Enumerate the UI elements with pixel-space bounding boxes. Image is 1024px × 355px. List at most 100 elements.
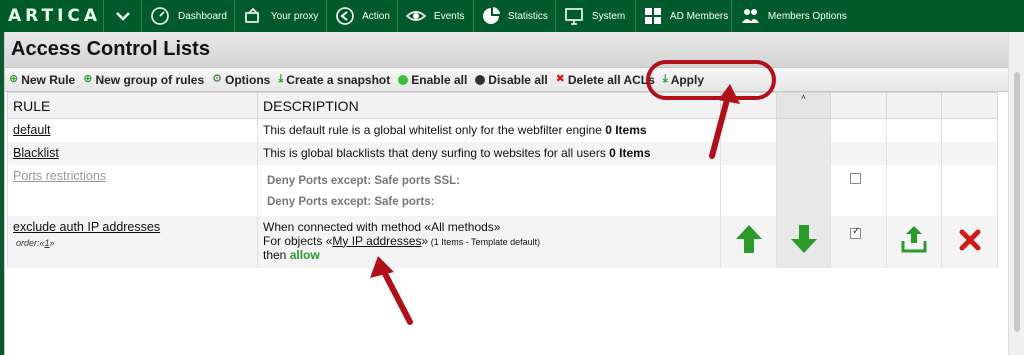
table-row: Blacklist This is global blacklists that… — [7, 141, 998, 165]
table-row: Ports restrictions Deny Ports except: Sa… — [7, 164, 998, 216]
rule-action: then allow — [263, 248, 720, 262]
rule-order: order:«1» — [16, 237, 55, 248]
scrollbar[interactable] — [1008, 32, 1024, 355]
nav-label: Your proxy — [270, 10, 319, 22]
move-up-button[interactable] — [720, 215, 777, 268]
export-button[interactable] — [886, 215, 942, 268]
enable-all-label: Enable all — [411, 72, 468, 87]
apply-button[interactable]: ⤓ Apply — [663, 73, 704, 87]
snapshot-button[interactable]: ⤓ Create a snapshot — [278, 73, 390, 87]
nav-label: Dashboard — [178, 10, 227, 22]
snapshot-label: Create a snapshot — [286, 72, 391, 87]
page-header: Access Control Lists — [5, 32, 1008, 68]
green-dot-icon — [398, 74, 409, 85]
column-header[interactable] — [941, 92, 998, 119]
toolbar: ⊕ New Rule ⊕ New group of rules ⚙ Option… — [5, 68, 1008, 92]
deny-ssl-text: Deny Ports except: Safe ports SSL: — [267, 174, 460, 187]
move-down-button[interactable] — [776, 215, 831, 268]
windows-icon — [643, 5, 663, 27]
nav-label: Statistics — [507, 10, 548, 22]
nav-label: Events — [433, 10, 465, 22]
nav-ad-members[interactable]: AD Members — [636, 0, 732, 32]
top-nav: ARTICA Dashboard Your proxy Action Event… — [0, 0, 1024, 32]
objects-prefix: For objects « — [263, 233, 333, 248]
objects-count: (1 Items - Template default) — [428, 236, 541, 247]
table-header-row: RULE DESCRIPTION ˄ — [7, 92, 998, 119]
action-icon — [334, 5, 355, 27]
eye-icon — [405, 5, 427, 27]
column-header[interactable] — [886, 92, 942, 119]
dashboard-icon — [149, 5, 171, 27]
column-header[interactable] — [830, 92, 887, 119]
rule-description: This default rule is a global whitelist … — [263, 123, 606, 137]
page-title: Access Control Lists — [11, 38, 210, 60]
red-x-icon — [959, 229, 980, 250]
new-rule-label: New Rule — [21, 72, 76, 87]
nav-label: Members Options — [767, 10, 847, 22]
options-button[interactable]: ⚙ Options — [212, 73, 270, 87]
apply-label: Apply — [670, 72, 705, 87]
nav-label: Action — [362, 10, 390, 22]
delete-all-button[interactable]: ✖ Delete all ACLs — [556, 73, 655, 87]
rule-link[interactable]: default — [13, 123, 51, 137]
table-row: exclude auth IP addresses order:«1» When… — [7, 215, 998, 268]
upload-icon — [901, 225, 927, 252]
rule-objects: For objects «My IP addresses» (1 Items -… — [263, 234, 720, 248]
nav-label: System — [591, 10, 626, 22]
download-icon: ⤓ — [662, 73, 668, 85]
nav-members-options[interactable]: Members Options — [732, 0, 854, 32]
delete-rule-button[interactable] — [941, 215, 998, 268]
rule-description: This is global blacklists that deny surf… — [263, 145, 610, 160]
sorted-column-header[interactable]: ˄ — [776, 92, 831, 119]
acl-table: RULE DESCRIPTION ˄ default This default … — [7, 92, 998, 268]
nav-statistics[interactable]: Statistics — [474, 0, 556, 32]
options-label: Options — [225, 72, 271, 87]
enable-all-button[interactable]: Enable all — [398, 73, 467, 87]
monitor-icon — [563, 5, 585, 27]
allow-badge: allow — [289, 247, 320, 262]
rule-link[interactable]: Blacklist — [13, 146, 59, 160]
download-icon: ⤓ — [278, 73, 284, 85]
delete-all-label: Delete all ACLs — [567, 72, 655, 87]
artica-logo[interactable]: ARTICA — [0, 0, 104, 32]
table-row: default This default rule is a global wh… — [7, 118, 998, 142]
arrow-down-icon — [790, 224, 817, 253]
black-dot-icon — [475, 74, 486, 85]
nav-label: AD Members — [669, 10, 729, 22]
nav-events[interactable]: Events — [398, 0, 474, 32]
plus-circle-icon: ⊕ — [9, 73, 19, 85]
rule-column-header[interactable]: RULE — [7, 92, 258, 119]
red-x-icon: ✖ — [555, 73, 565, 85]
nav-system[interactable]: System — [556, 0, 636, 32]
acl-panel: Access Control Lists ⊕ New Rule ⊕ New gr… — [4, 32, 1008, 355]
nav-action[interactable]: Action — [327, 0, 398, 32]
nav-dashboard[interactable]: Dashboard — [142, 0, 235, 32]
disable-all-button[interactable]: Disable all — [475, 72, 548, 87]
gear-icon: ⚙ — [212, 73, 223, 85]
enable-checkbox[interactable] — [850, 172, 861, 184]
nav-your-proxy[interactable]: Your proxy — [235, 0, 327, 32]
proxy-icon — [242, 5, 264, 27]
chevron-down-icon[interactable] — [104, 0, 142, 32]
rule-link[interactable]: exclude auth IP addresses — [13, 220, 160, 234]
item-count: 0 Items — [605, 123, 647, 137]
rule-link[interactable]: Ports restrictions — [13, 169, 106, 183]
new-group-label: New group of rules — [95, 72, 205, 87]
deny-ports-text: Deny Ports except: Safe ports: — [267, 195, 435, 208]
new-group-button[interactable]: ⊕ New group of rules — [83, 73, 204, 87]
disable-all-label: Disable all — [488, 72, 548, 87]
arrow-up-icon — [735, 224, 762, 253]
plus-circle-icon: ⊕ — [83, 73, 93, 85]
new-rule-button[interactable]: ⊕ New Rule — [9, 73, 75, 87]
sort-caret-icon: ˄ — [801, 93, 806, 102]
column-header[interactable] — [720, 92, 777, 119]
scrollbar-thumb[interactable] — [1014, 72, 1020, 332]
action-prefix: then — [263, 247, 290, 262]
enable-checkbox[interactable] — [850, 226, 861, 239]
pie-chart-icon — [481, 5, 501, 27]
object-link[interactable]: My IP addresses — [332, 234, 421, 248]
rule-condition: When connected with method «All methods» — [263, 219, 501, 234]
item-count: 0 Items — [609, 145, 651, 160]
members-icon — [739, 5, 761, 27]
description-column-header[interactable]: DESCRIPTION — [257, 92, 721, 119]
